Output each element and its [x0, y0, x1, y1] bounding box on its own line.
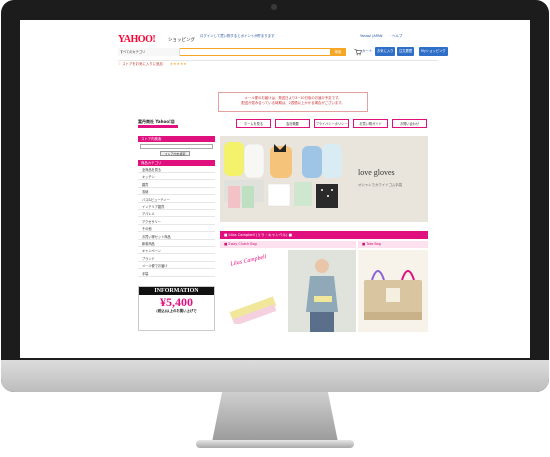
order-history-button[interactable]: 注文履歴: [397, 47, 415, 56]
brand-bar[interactable]: ■ Lilas Campbell (リラ・キャンベル) ■: [220, 231, 428, 239]
clutch-bag-bar[interactable]: ■ 2way Clutch Bag: [220, 241, 356, 248]
category-item[interactable]: 新着商品: [138, 241, 215, 247]
shopping-label[interactable]: ショッピング: [168, 37, 195, 43]
category-item[interactable]: ブランド: [138, 256, 215, 262]
category-heading: 商品カテゴリ: [138, 160, 215, 166]
category-item[interactable]: キャンペーン: [138, 248, 215, 255]
help-links[interactable]: · ヘルプ: [390, 34, 402, 38]
gloves-illustration: [224, 142, 342, 208]
screen: YAHOO!JAPAN ショッピング ログインして買い物するとポイントが貯まりま…: [20, 20, 530, 358]
category-item[interactable]: インテリア雑貨: [138, 204, 215, 210]
cart-link[interactable]: カート: [362, 49, 372, 53]
monitor-stand: [212, 392, 338, 442]
banner-title: love gloves: [358, 168, 395, 177]
nav-privacy[interactable]: プライバシーポリシー: [314, 119, 349, 128]
header-info-line: ログインして買い物するとポイントが貯まります: [200, 34, 275, 38]
nav-company[interactable]: 会社概要: [275, 119, 310, 128]
header-divider: [118, 60, 438, 61]
store-badge: ♡ ストアをお気に入りに追加: [118, 62, 163, 66]
info-box: INFORMATION ¥5,400 (税込)以上のお買い上げで: [138, 286, 215, 331]
category-item[interactable]: その他: [138, 226, 215, 233]
logo-text: YAHOO!: [118, 34, 156, 45]
favorites-button[interactable]: お気に入り: [375, 47, 396, 56]
category-item[interactable]: メール便でお届け: [138, 263, 215, 270]
search-button[interactable]: 検索: [330, 48, 346, 56]
store-search-heading: ストア内検索: [138, 136, 215, 142]
category-item[interactable]: 収納: [138, 189, 215, 196]
clutch-brand-card[interactable]: Lilas Campbell: [220, 250, 286, 332]
cart-icon[interactable]: [354, 48, 362, 56]
nav-contact[interactable]: お問い合わせ: [392, 119, 427, 128]
shop-name[interactable]: 富丹商社 Yahoo!店: [138, 119, 175, 124]
top-right-link[interactable]: Yahoo! JAPAN: [360, 34, 382, 38]
category-item[interactable]: アパレル: [138, 211, 215, 218]
nav-home[interactable]: ホームを見る: [236, 119, 271, 128]
info-title: INFORMATION: [139, 287, 214, 295]
category-item[interactable]: アクセサリー: [138, 219, 215, 225]
banner-subtitle: オシャレでカワイイゴム手袋: [358, 183, 403, 187]
camera-dot: [271, 4, 277, 10]
love-gloves-banner[interactable]: love gloves オシャレでカワイイゴム手袋: [220, 136, 428, 222]
category-item[interactable]: バス&ビューティー: [138, 197, 215, 203]
rating-stars: ★★★★★: [170, 62, 187, 66]
category-item[interactable]: 雑貨: [138, 182, 215, 188]
clutch-bag-image: [229, 296, 277, 324]
brand-logo-text: Lilas Campbell: [229, 254, 268, 268]
nav-guide[interactable]: お買い物ガイド: [353, 119, 388, 128]
category-item[interactable]: 全商品を見る: [138, 167, 215, 173]
category-item[interactable]: 手袋: [138, 271, 215, 277]
monitor-foot: [196, 440, 354, 448]
tote-bag-bar[interactable]: ■ Tote Bag: [358, 241, 428, 248]
clutch-model-photo[interactable]: [288, 250, 356, 332]
store-search-button[interactable]: ストア内を検索: [160, 151, 190, 156]
shipping-notice: メール便のお届けは、発送日より3~10日後のお届け予定です。 配送が混み合ってい…: [218, 92, 368, 112]
tote-bag-photo[interactable]: [358, 250, 428, 332]
model-illustration: [288, 250, 356, 332]
monitor-chin: [1, 360, 549, 392]
shop-logo-bar: [138, 125, 178, 128]
store-search-input[interactable]: [140, 144, 213, 149]
category-item[interactable]: キッチン: [138, 174, 215, 181]
info-price: ¥5,400: [160, 295, 193, 309]
info-note: (税込)以上のお買い上げで: [156, 309, 197, 313]
tote-bag-illustration: [364, 270, 422, 320]
my-shopping-button[interactable]: Myショッピング: [419, 47, 448, 56]
notice-line-2: 配送が混み合っている時期は、2週間以上かかる場合がございます。: [241, 101, 345, 105]
category-select[interactable]: すべてのカテゴリ: [118, 48, 180, 56]
category-item[interactable]: お買い得セット商品: [138, 234, 215, 240]
